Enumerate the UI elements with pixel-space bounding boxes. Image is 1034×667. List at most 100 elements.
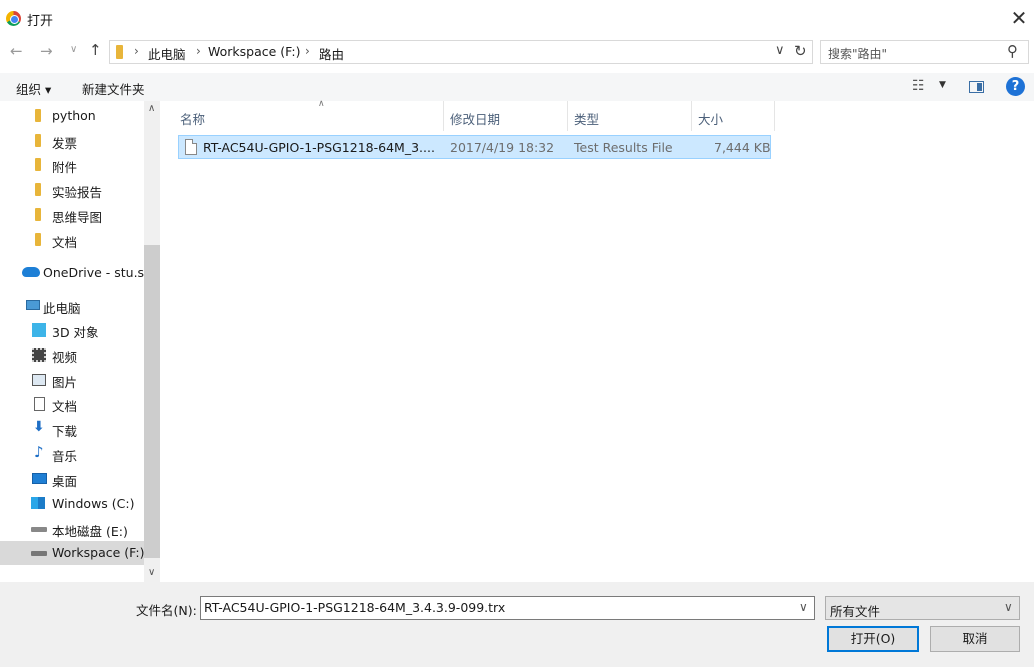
close-button[interactable]: ✕ — [1004, 6, 1034, 32]
search-placeholder: 搜索"路由" — [828, 47, 888, 61]
refresh-icon[interactable]: ↻ — [794, 42, 807, 60]
sidebar-item-label: 音乐 — [52, 449, 78, 464]
video-icon — [32, 348, 46, 362]
column-header-label: 名称 — [180, 112, 206, 127]
filename-label: 文件名(N): — [136, 603, 197, 618]
breadcrumb-separator: › — [196, 44, 201, 58]
folder-icon — [35, 208, 41, 221]
filename-input[interactable]: RT-AC54U-GPIO-1-PSG1218-64M_3.4.3.9-099.… — [200, 596, 815, 620]
sidebar-item-label: 本地磁盘 (E:) — [52, 524, 128, 539]
download-icon: ⬇ — [33, 419, 45, 435]
address-bar[interactable]: › 此电脑 › Workspace (F:) › 路由 ∨ ↻ — [109, 40, 813, 64]
search-input[interactable]: 搜索"路由" ⚲ — [820, 40, 1029, 64]
drive-icon — [31, 527, 47, 532]
sidebar-item-lab-reports[interactable]: 实验报告 — [0, 178, 144, 202]
sidebar-item-mindmaps[interactable]: 思维导图 — [0, 203, 144, 227]
sidebar-item-downloads[interactable]: ⬇ 下载 — [0, 417, 144, 441]
view-dropdown-icon[interactable]: ▼ — [939, 80, 946, 90]
command-toolbar: 组织 ▾ 新建文件夹 ☷ ▼ ? — [0, 73, 1034, 101]
preview-pane-icon[interactable] — [969, 81, 984, 93]
navigation-pane: python 发票 附件 实验报告 思维导图 文档 OneDrive - stu… — [0, 101, 160, 582]
sidebar-item-label: 桌面 — [52, 474, 78, 489]
sidebar-item-attachments[interactable]: 附件 — [0, 153, 144, 177]
sidebar-item-onedrive[interactable]: OneDrive - stu.sc — [0, 261, 151, 285]
sidebar-item-label: Windows (C:) — [52, 496, 135, 511]
back-button[interactable]: ← — [10, 42, 23, 60]
open-file-dialog: 打开 ✕ ← → ∨ ↑ › 此电脑 › Workspace (F:) › 路由… — [0, 0, 1034, 667]
scroll-down-icon[interactable]: ∨ — [148, 567, 155, 578]
folder-icon — [35, 233, 41, 246]
sidebar-scrollbar[interactable]: ∧ ∨ — [144, 101, 160, 582]
file-size: 7,444 KB — [714, 140, 771, 155]
column-header-label: 类型 — [574, 112, 600, 127]
column-header-label: 大小 — [698, 112, 724, 127]
folder-icon — [35, 183, 41, 196]
sidebar-item-pictures[interactable]: 图片 — [0, 368, 144, 392]
column-header-name[interactable]: 名称 ∧ — [174, 99, 444, 131]
folder-icon — [35, 109, 41, 122]
folder-icon — [35, 158, 41, 171]
cancel-button[interactable]: 取消 — [930, 626, 1020, 652]
window-title: 打开 — [27, 14, 54, 29]
up-folder-button[interactable]: ↑ — [89, 41, 102, 59]
music-icon: ♪ — [34, 443, 44, 461]
file-type-value: 所有文件 — [830, 604, 881, 619]
sidebar-item-label: 思维导图 — [52, 210, 103, 225]
file-name: RT-AC54U-GPIO-1-PSG1218-64M_3.... — [203, 140, 435, 155]
forward-button[interactable]: → — [40, 42, 53, 60]
scrollbar-thumb[interactable] — [144, 245, 160, 558]
search-icon[interactable]: ⚲ — [1007, 42, 1018, 60]
column-header-modified[interactable]: 修改日期 — [444, 101, 568, 131]
scroll-up-icon[interactable]: ∧ — [148, 103, 155, 114]
sidebar-item-videos[interactable]: 视频 — [0, 343, 144, 367]
sidebar-item-label: 文档 — [52, 235, 78, 250]
document-icon — [34, 397, 45, 411]
chevron-down-icon: ∨ — [1004, 600, 1013, 614]
sidebar-item-desktop[interactable]: 桌面 — [0, 467, 144, 491]
new-folder-button[interactable]: 新建文件夹 — [82, 79, 145, 98]
filename-value: RT-AC54U-GPIO-1-PSG1218-64M_3.4.3.9-099.… — [204, 600, 506, 615]
sidebar-item-label: 发票 — [52, 136, 78, 151]
breadcrumb-this-pc[interactable]: 此电脑 — [148, 44, 186, 63]
chevron-down-icon[interactable]: ∨ — [799, 600, 808, 614]
computer-icon — [26, 300, 40, 310]
sidebar-item-drive-c[interactable]: Windows (C:) — [0, 492, 144, 516]
sidebar-item-drive-f[interactable]: Workspace (F:) — [0, 541, 144, 565]
help-icon[interactable]: ? — [1006, 77, 1025, 96]
folder-icon — [116, 45, 123, 59]
chrome-icon — [6, 11, 21, 26]
file-type: Test Results File — [574, 140, 673, 155]
sidebar-item-music[interactable]: ♪ 音乐 — [0, 442, 144, 466]
sidebar-item-python[interactable]: python — [0, 104, 144, 128]
address-dropdown-icon[interactable]: ∨ — [775, 43, 785, 58]
sidebar-item-label: 下载 — [52, 424, 78, 439]
file-icon — [185, 139, 197, 155]
file-type-select[interactable]: 所有文件 ∨ — [825, 596, 1020, 620]
cube-icon — [32, 323, 46, 337]
file-row[interactable]: RT-AC54U-GPIO-1-PSG1218-64M_3.... 2017/4… — [178, 135, 771, 159]
breadcrumb-workspace[interactable]: Workspace (F:) — [208, 44, 300, 59]
sidebar-item-drive-e[interactable]: 本地磁盘 (E:) — [0, 517, 144, 541]
cloud-icon — [22, 267, 40, 277]
breadcrumb-separator: › — [305, 44, 310, 58]
sidebar-item-invoices[interactable]: 发票 — [0, 129, 144, 153]
sidebar-item-label: python — [52, 108, 96, 123]
recent-locations-button[interactable]: ∨ — [70, 44, 77, 55]
breadcrumb-separator: › — [134, 44, 139, 58]
column-header-type[interactable]: 类型 — [568, 101, 692, 131]
organize-button[interactable]: 组织 ▾ — [16, 79, 51, 98]
sidebar-item-documents[interactable]: 文档 — [0, 392, 144, 416]
view-options-icon[interactable]: ☷ — [912, 78, 925, 94]
sidebar-item-this-pc[interactable]: 此电脑 — [0, 294, 144, 318]
sidebar-item-docs-folder[interactable]: 文档 — [0, 228, 144, 252]
column-header-size[interactable]: 大小 — [692, 101, 775, 131]
sidebar-item-3d-objects[interactable]: 3D 对象 — [0, 318, 144, 342]
folder-icon — [35, 134, 41, 147]
sidebar-item-label: 3D 对象 — [52, 325, 99, 340]
sidebar-item-label: OneDrive - stu.sc — [43, 265, 151, 280]
picture-icon — [32, 374, 46, 386]
breadcrumb-router[interactable]: 路由 — [319, 44, 344, 63]
column-header-label: 修改日期 — [450, 112, 501, 127]
sidebar-item-label: 图片 — [52, 375, 78, 390]
open-button[interactable]: 打开(O) — [827, 626, 919, 652]
